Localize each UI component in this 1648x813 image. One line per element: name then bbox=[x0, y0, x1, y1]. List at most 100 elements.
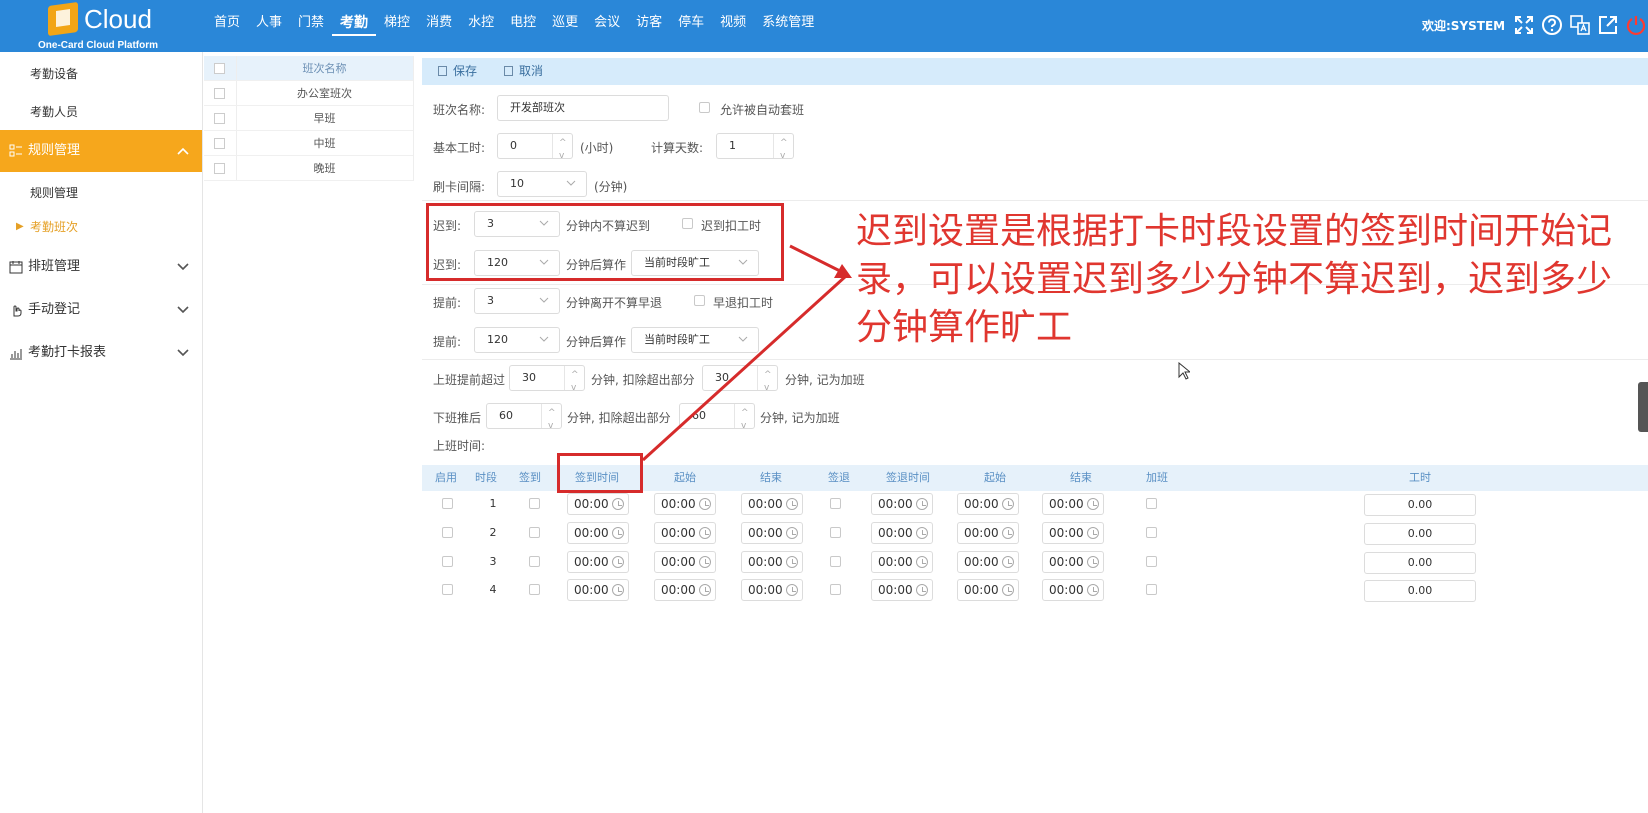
early2-result-select[interactable]: 当前时段旷工 bbox=[631, 327, 759, 353]
nav-elevator[interactable]: 梯控 bbox=[376, 0, 418, 40]
time-picker-input[interactable]: 00:00 bbox=[871, 551, 933, 573]
overtime-checkbox[interactable] bbox=[1146, 498, 1157, 509]
time-picker-input[interactable]: 00:00 bbox=[871, 522, 933, 544]
shift-name-input[interactable]: 开发部班次 bbox=[497, 95, 669, 121]
sign-in-checkbox[interactable] bbox=[529, 527, 540, 538]
sidebar-item-rule-management[interactable]: 规则管理 bbox=[0, 174, 202, 212]
time-picker-input[interactable]: 00:00 bbox=[654, 579, 716, 601]
nav-access[interactable]: 门禁 bbox=[290, 0, 332, 40]
table-row[interactable]: 晚班 bbox=[204, 156, 413, 181]
nav-power[interactable]: 电控 bbox=[502, 0, 544, 40]
nav-parking[interactable]: 停车 bbox=[670, 0, 712, 40]
nav-consumption[interactable]: 消费 bbox=[418, 0, 460, 40]
number-stepper[interactable] bbox=[552, 131, 572, 168]
work-hours-input[interactable]: 0.00 bbox=[1364, 523, 1476, 545]
time-picker-input[interactable]: 00:00 bbox=[741, 493, 803, 515]
sign-out-checkbox[interactable] bbox=[830, 556, 841, 567]
nav-water[interactable]: 水控 bbox=[460, 0, 502, 40]
time-picker-input[interactable]: 00:00 bbox=[1042, 551, 1104, 573]
time-picker-input[interactable]: 00:00 bbox=[871, 579, 933, 601]
time-picker-input[interactable]: 00:00 bbox=[654, 493, 716, 515]
row-checkbox[interactable] bbox=[214, 138, 225, 149]
enable-checkbox[interactable] bbox=[442, 527, 453, 538]
row-checkbox[interactable] bbox=[214, 88, 225, 99]
sign-in-checkbox[interactable] bbox=[529, 498, 540, 509]
sign-out-checkbox[interactable] bbox=[830, 584, 841, 595]
sidebar-group-punch-report[interactable]: 考勤打卡报表 bbox=[0, 332, 202, 374]
number-stepper[interactable] bbox=[773, 131, 793, 168]
power-icon[interactable] bbox=[1624, 13, 1648, 37]
early-deduct-checkbox[interactable] bbox=[694, 295, 705, 306]
nav-hr[interactable]: 人事 bbox=[248, 0, 290, 40]
sidebar-group-manual-registration[interactable]: 手动登记 bbox=[0, 289, 202, 331]
sidebar-item-attendance-device[interactable]: 考勤设备 bbox=[0, 55, 202, 93]
time-picker-input[interactable]: 00:00 bbox=[1042, 493, 1104, 515]
early2-select[interactable]: 120 bbox=[474, 327, 560, 353]
fullscreen-icon[interactable] bbox=[1512, 13, 1536, 37]
enable-checkbox[interactable] bbox=[442, 498, 453, 509]
time-picker-input[interactable]: 00:00 bbox=[741, 551, 803, 573]
nav-meeting[interactable]: 会议 bbox=[586, 0, 628, 40]
time-picker-input[interactable]: 00:00 bbox=[1042, 579, 1104, 601]
time-picker-input[interactable]: 00:00 bbox=[957, 551, 1019, 573]
table-row[interactable]: 办公室班次 bbox=[204, 81, 413, 106]
sign-out-checkbox[interactable] bbox=[830, 498, 841, 509]
overtime-checkbox[interactable] bbox=[1146, 584, 1157, 595]
nav-visitor[interactable]: 访客 bbox=[628, 0, 670, 40]
time-picker-input[interactable]: 00:00 bbox=[567, 579, 629, 601]
swipe-interval-select[interactable]: 10 bbox=[497, 171, 587, 197]
ot-before-input[interactable]: 30 bbox=[509, 363, 585, 400]
auto-assign-checkbox[interactable] bbox=[699, 102, 710, 113]
time-picker-input[interactable]: 00:00 bbox=[567, 522, 629, 544]
row-checkbox[interactable] bbox=[214, 163, 225, 174]
number-stepper[interactable] bbox=[541, 401, 561, 438]
work-hours-input[interactable]: 0.00 bbox=[1364, 552, 1476, 574]
number-stepper[interactable] bbox=[734, 401, 754, 438]
time-picker-input[interactable]: 00:00 bbox=[567, 493, 629, 515]
nav-system[interactable]: 系统管理 bbox=[754, 0, 822, 40]
work-hours-input[interactable]: 0.00 bbox=[1364, 580, 1476, 602]
table-row[interactable]: 早班 bbox=[204, 106, 413, 131]
sidebar-item-attendance-staff[interactable]: 考勤人员 bbox=[0, 93, 202, 131]
nav-patrol[interactable]: 巡更 bbox=[544, 0, 586, 40]
time-picker-input[interactable]: 00:00 bbox=[957, 579, 1019, 601]
nav-video[interactable]: 视频 bbox=[712, 0, 754, 40]
sign-in-checkbox[interactable] bbox=[529, 584, 540, 595]
sidebar-group-scheduling[interactable]: 排班管理 bbox=[0, 246, 202, 288]
cancel-button[interactable]: 取消 bbox=[504, 58, 543, 85]
language-icon[interactable] bbox=[1568, 13, 1592, 37]
sidebar-group-rules[interactable]: 规则管理 bbox=[0, 130, 202, 172]
base-hours-input[interactable]: 0 bbox=[497, 131, 573, 168]
sign-out-checkbox[interactable] bbox=[830, 527, 841, 538]
sidebar-item-attendance-shift[interactable]: ▶ 考勤班次 bbox=[0, 208, 202, 246]
number-stepper[interactable] bbox=[757, 363, 777, 400]
time-picker-input[interactable]: 00:00 bbox=[957, 522, 1019, 544]
enable-checkbox[interactable] bbox=[442, 584, 453, 595]
time-picker-input[interactable]: 00:00 bbox=[654, 522, 716, 544]
time-picker-input[interactable]: 00:00 bbox=[1042, 522, 1104, 544]
time-picker-input[interactable]: 00:00 bbox=[567, 551, 629, 573]
side-drawer-tab[interactable] bbox=[1638, 382, 1648, 432]
overtime-checkbox[interactable] bbox=[1146, 527, 1157, 538]
enable-checkbox[interactable] bbox=[442, 556, 453, 567]
select-all-checkbox[interactable] bbox=[214, 63, 225, 74]
sign-in-checkbox[interactable] bbox=[529, 556, 540, 567]
time-picker-input[interactable]: 00:00 bbox=[741, 579, 803, 601]
help-icon[interactable] bbox=[1540, 13, 1564, 37]
nav-attendance[interactable]: 考勤 bbox=[332, 0, 377, 36]
work-hours-input[interactable]: 0.00 bbox=[1364, 494, 1476, 516]
ot-before-deduct-input[interactable]: 30 bbox=[702, 363, 778, 400]
calc-days-input[interactable]: 1 bbox=[716, 131, 794, 168]
table-row[interactable]: 中班 bbox=[204, 131, 413, 156]
nav-home[interactable]: 首页 bbox=[206, 0, 248, 40]
ot-after-deduct-input[interactable]: 60 bbox=[679, 401, 755, 438]
external-link-icon[interactable] bbox=[1596, 13, 1620, 37]
early1-select[interactable]: 3 bbox=[474, 288, 560, 314]
overtime-checkbox[interactable] bbox=[1146, 556, 1157, 567]
time-picker-input[interactable]: 00:00 bbox=[871, 493, 933, 515]
time-picker-input[interactable]: 00:00 bbox=[741, 522, 803, 544]
time-picker-input[interactable]: 00:00 bbox=[654, 551, 716, 573]
number-stepper[interactable] bbox=[564, 363, 584, 400]
save-button[interactable]: 保存 bbox=[438, 58, 477, 85]
row-checkbox[interactable] bbox=[214, 113, 225, 124]
